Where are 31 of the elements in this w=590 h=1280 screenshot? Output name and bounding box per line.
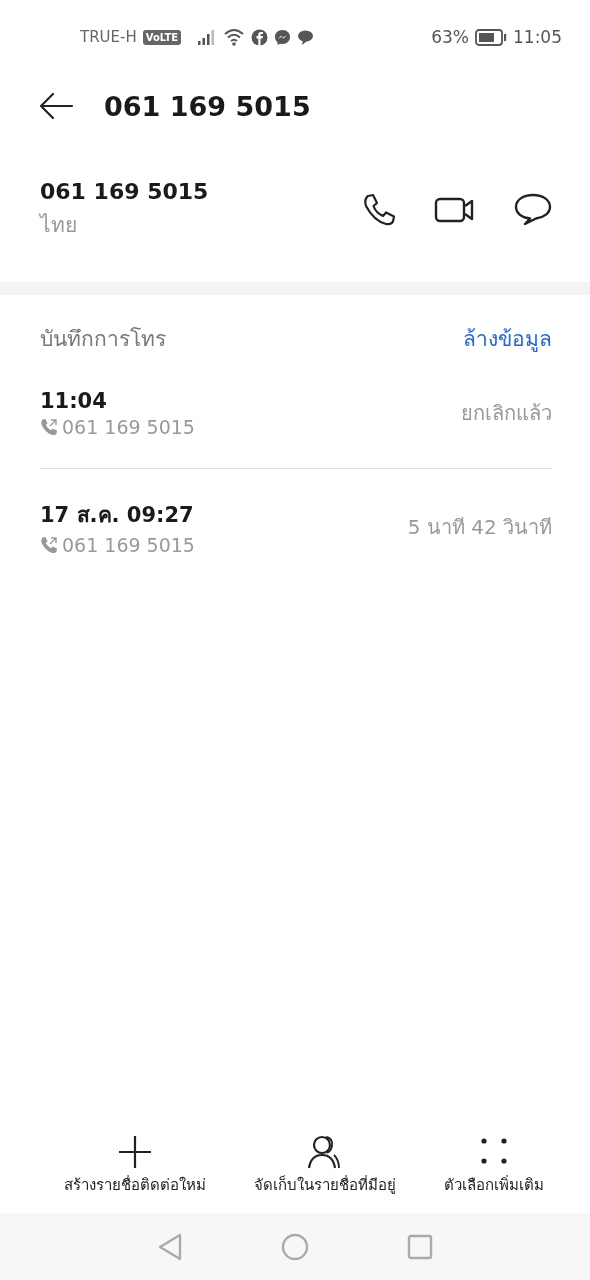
page-title: 061 169 5015 — [104, 90, 311, 122]
number-location: ไทย — [40, 212, 78, 239]
battery-icon — [475, 28, 507, 46]
action-button[interactable]: จัดเก็บในรายชื่อที่มีอยู่ — [254, 1135, 396, 1197]
action-button[interactable]: ตัวเลือกเพิ่มเติม — [444, 1135, 544, 1197]
carrier-name: TRUE-H — [80, 28, 137, 46]
phone-number: 061 169 5015 — [40, 179, 209, 204]
call-time: 11:04 — [40, 388, 108, 413]
battery-percent: 63% — [431, 27, 469, 47]
wifi-icon — [223, 28, 246, 46]
back-button[interactable] — [38, 91, 74, 121]
facebook-icon — [251, 28, 269, 46]
caller-number: 061 169 5015 — [62, 415, 195, 438]
video-call-button[interactable] — [434, 195, 476, 225]
clock: 11:05 — [513, 27, 562, 47]
call-button[interactable] — [362, 193, 396, 227]
network-badge: VoLTE — [142, 29, 182, 45]
phone-arrow-icon — [40, 417, 58, 436]
person-icon — [307, 1135, 343, 1169]
chat-icon — [297, 28, 315, 46]
phone-arrow-icon — [40, 535, 58, 554]
call-result: ยกเลิกแล้ว — [461, 400, 552, 427]
clear-link[interactable]: ล้างข้อมูล — [463, 321, 552, 355]
plus-icon — [117, 1135, 153, 1169]
messenger-icon — [274, 28, 292, 46]
call-time: 17 ส.ค. 09:27 — [40, 501, 195, 529]
section-title: บันทึกการโทร — [40, 325, 166, 353]
message-button[interactable] — [514, 193, 552, 227]
call-result: 5 นาที 42 วินาที — [407, 513, 552, 541]
action-button[interactable]: สร้างรายชื่อติดต่อใหม่ — [64, 1135, 206, 1197]
caller-number: 061 169 5015 — [62, 533, 195, 556]
